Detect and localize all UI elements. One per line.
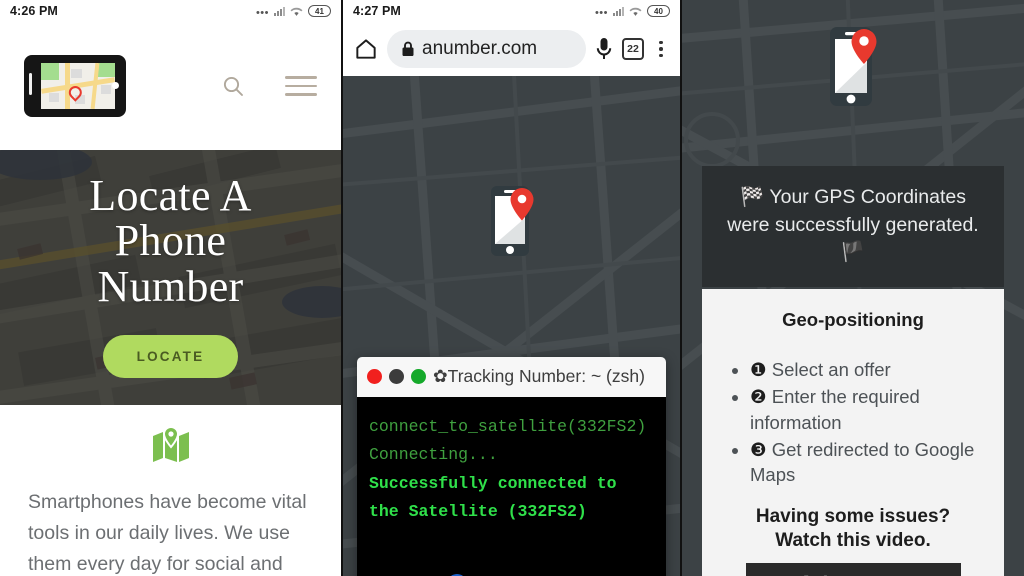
status-dots-icon: ••• <box>594 6 608 19</box>
status-time: 4:26 PM <box>10 4 58 18</box>
wifi-icon <box>290 6 303 17</box>
intro-section: Smartphones have become vital tools in o… <box>0 405 341 576</box>
step-text: Select an offer <box>771 359 891 380</box>
status-time: 4:27 PM <box>353 4 401 18</box>
lock-icon <box>401 41 415 57</box>
hero-section: Locate A Phone Number LOCATE <box>0 150 341 405</box>
video-thumbnail[interactable]: Que 6 года нерешив ее <box>745 563 961 576</box>
list-item: ❶ Select an offer <box>750 357 982 382</box>
url-bar[interactable]: anumber.com <box>387 30 586 68</box>
hero-title-line-1: Locate A <box>89 171 252 221</box>
terminal-close-dot[interactable] <box>367 369 382 384</box>
folded-map-pin-icon <box>0 421 341 487</box>
terminal-title-bar: ✿Tracking Number: ~ (zsh) <box>357 357 666 397</box>
success-banner-text: Your GPS Coordinates were successfully g… <box>727 186 979 236</box>
phone-with-map-pin-icon <box>486 182 538 265</box>
flag-icon: 🏴 <box>840 241 866 264</box>
list-item: ❸ Get redirected to Google Maps <box>750 437 982 488</box>
step-number: ❸ <box>750 439 767 461</box>
hero-title-line-2: Phone <box>114 216 227 266</box>
web-page-content: ✿Tracking Number: ~ (zsh) connect_to_sat… <box>343 76 680 576</box>
step-text: Get redirected to Google Maps <box>750 439 975 486</box>
home-icon[interactable] <box>353 36 379 62</box>
step-text: Enter the required information <box>750 386 920 433</box>
page-title: Locate A Phone Number <box>89 173 251 309</box>
terminal-line: connect_to_satellite(332FS2) <box>369 417 647 436</box>
status-dots-icon: ••• <box>255 6 269 19</box>
terminal-title-text: Tracking Number: ~ (zsh) <box>447 366 645 386</box>
terminal-line: Successfully connected to <box>369 473 617 493</box>
list-item: ❷ Enter the required information <box>750 384 982 435</box>
step-number: ❶ <box>750 359 767 380</box>
gear-icon: ✿ <box>433 366 448 386</box>
card-heading: Geo-positioning <box>782 309 924 330</box>
hero-title-line-3: Number <box>97 261 244 311</box>
video-cta-line-1: Having some issues? <box>755 505 951 527</box>
phone-with-map-pin-icon <box>824 22 882 117</box>
terminal-output[interactable]: connect_to_satellite(332FS2) Connecting.… <box>357 397 666 576</box>
terminal-title: ✿Tracking Number: ~ (zsh) <box>433 366 645 387</box>
phone-map-logo[interactable] <box>24 55 126 117</box>
tab-counter[interactable]: 22 <box>622 38 644 60</box>
terminal-line: Connecting... <box>369 445 498 465</box>
url-text: anumber.com <box>422 38 538 59</box>
steps-list: ❶ Select an offer ❷ Enter the required i… <box>750 357 982 488</box>
terminal-zoom-dot[interactable] <box>411 369 426 384</box>
status-bar-panel1: 4:26 PM ••• 41 <box>0 0 341 22</box>
microphone-icon[interactable] <box>594 36 614 62</box>
battery-indicator: 40 <box>647 5 670 17</box>
browser-toolbar: anumber.com 22 <box>343 22 680 76</box>
terminal-window: ✿Tracking Number: ~ (zsh) connect_to_sat… <box>357 357 666 576</box>
site-header <box>0 22 341 150</box>
locate-button[interactable]: LOCATE <box>102 334 239 378</box>
video-cta: Having some issues? Watch this video. <box>724 505 982 554</box>
status-bar-panel2: 4:27 PM ••• 40 <box>343 0 680 22</box>
panel-browser-terminal: 4:27 PM ••• 40 anumber.com 22 ✿Tracking … <box>341 0 682 576</box>
terminal-minimize-dot[interactable] <box>389 369 404 384</box>
checkered-flag-icon: 🏁 <box>740 186 765 208</box>
search-icon[interactable] <box>221 74 245 98</box>
success-banner: 🏁 Your GPS Coordinates were successfully… <box>702 166 1004 288</box>
geo-positioning-card: Geo-positioning ❶ Select an offer ❷ Ente… <box>702 289 1004 576</box>
step-number: ❷ <box>750 386 767 408</box>
hamburger-menu-icon[interactable] <box>285 76 317 96</box>
intro-paragraph: Smartphones have become vital tools in o… <box>28 491 307 575</box>
three-phone-screenshots: 4:26 PM ••• 41 Locate A Phone Number LOC… <box>0 0 1024 576</box>
battery-indicator: 41 <box>308 5 331 17</box>
panel-website-landing: 4:26 PM ••• 41 Locate A Phone Number LOC… <box>0 0 341 576</box>
signal-bars-icon <box>613 6 624 16</box>
signal-bars-icon <box>274 6 285 16</box>
video-cta-line-2: Watch this video. <box>775 530 931 552</box>
three-dot-menu-icon[interactable] <box>652 40 670 58</box>
wifi-icon <box>629 6 642 17</box>
panel-gps-result: 🏁 Your GPS Coordinates were successfully… <box>682 0 1024 576</box>
terminal-line: the Satellite (332FS2) <box>369 502 587 522</box>
